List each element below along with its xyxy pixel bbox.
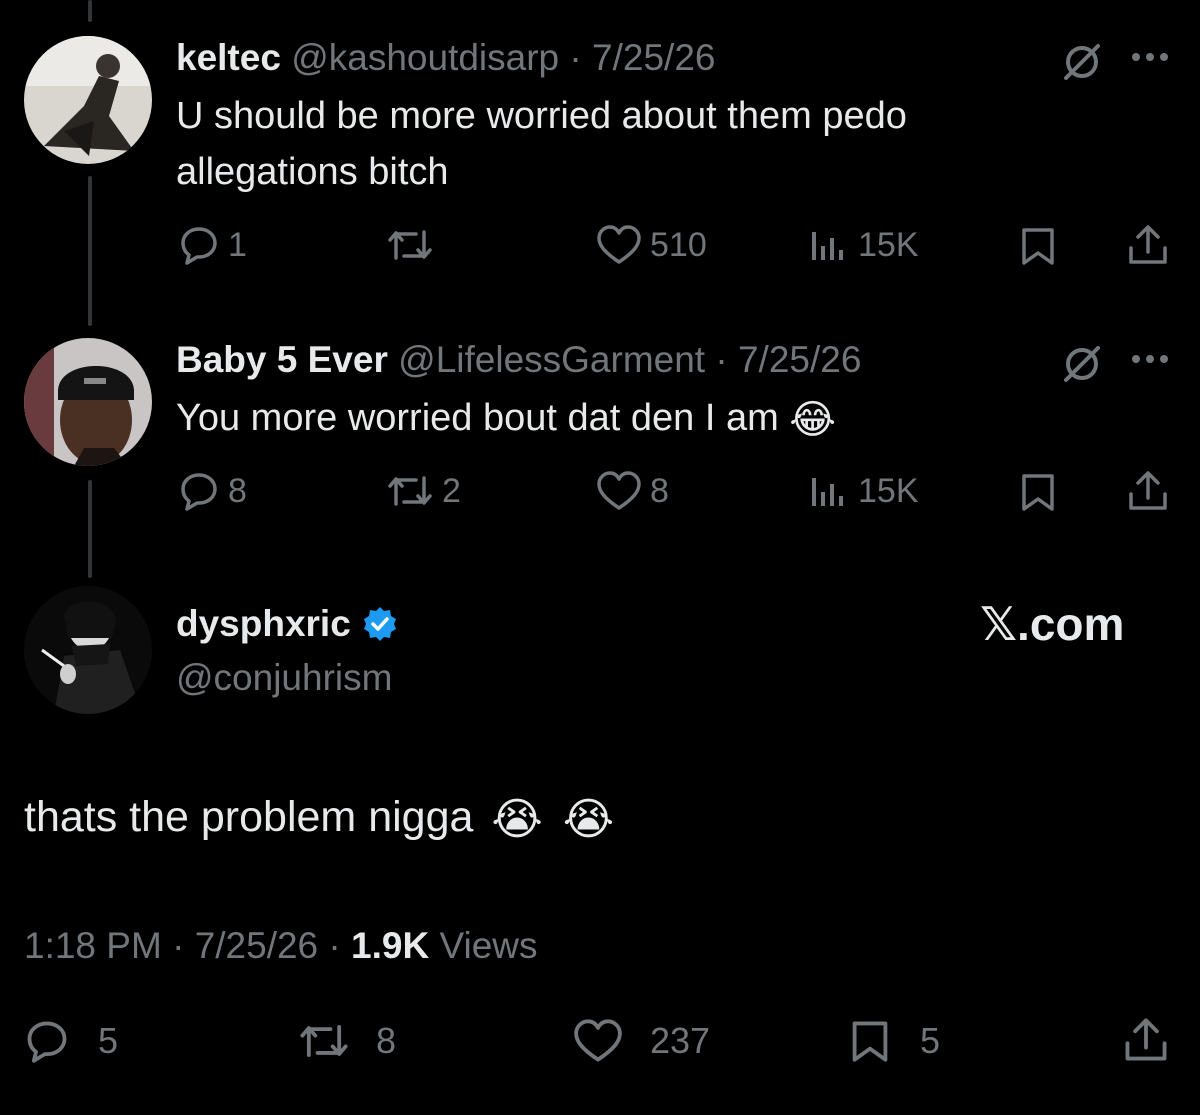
thread-line-1 <box>88 176 92 326</box>
retweet-count: 2 <box>442 471 461 510</box>
retweet-count: 8 <box>376 1020 397 1061</box>
tweet-header: Baby 5 Ever @LifelessGarment · 7/25/26 <box>176 338 861 382</box>
retweet-icon <box>388 476 432 506</box>
reply-icon <box>27 1021 67 1063</box>
reply-count: 8 <box>228 471 247 510</box>
display-name[interactable]: Baby 5 Ever <box>176 339 388 380</box>
grok-icon[interactable] <box>1060 342 1104 391</box>
tweet-header: keltec @kashoutdisarp · 7/25/26 <box>176 36 715 80</box>
crying-emoji-icon: 😭 <box>562 794 615 844</box>
thread-line-2 <box>88 480 92 578</box>
retweet-icon <box>300 1025 348 1057</box>
tweet-meta: 1:18 PM · 7/25/26 · 1.9K Views <box>24 924 538 968</box>
tweet-date[interactable]: 7/25/26 <box>195 925 318 966</box>
retweet-button[interactable]: 8 <box>298 1018 396 1064</box>
grok-icon[interactable] <box>1060 40 1104 89</box>
reply-icon <box>181 473 217 511</box>
reply-button[interactable]: 5 <box>24 1018 118 1064</box>
tweet-text-wrap: You more worried bout dat den I am 😂 <box>176 390 836 448</box>
separator: · <box>318 925 352 966</box>
like-button[interactable]: 510 <box>596 224 707 266</box>
like-icon <box>597 471 641 510</box>
bookmark-count: 5 <box>920 1020 941 1061</box>
user-handle[interactable]: @LifelessGarment <box>398 339 705 380</box>
bookmark-icon[interactable] <box>1018 226 1058 271</box>
share-icon[interactable] <box>1126 224 1170 271</box>
more-icon[interactable] <box>1130 352 1170 371</box>
retweet-button[interactable] <box>386 224 442 266</box>
more-icon[interactable] <box>1130 50 1170 69</box>
like-count: 8 <box>650 471 669 510</box>
x-brand-logo: 𝕏.com <box>980 598 1125 650</box>
retweet-icon <box>388 230 432 260</box>
tweet-text: thats the problem nigga <box>24 793 474 841</box>
views-button[interactable]: 15K <box>808 224 919 266</box>
views-count: 15K <box>858 471 919 510</box>
views-count: 1.9K <box>351 925 430 966</box>
bookmark-button[interactable]: 5 <box>848 1018 940 1064</box>
views-icon <box>812 232 843 260</box>
like-count: 237 <box>650 1020 711 1061</box>
avatar[interactable] <box>24 586 152 714</box>
views-label: Views <box>439 925 538 966</box>
display-name-row: dysphxric <box>176 602 399 646</box>
reply-button[interactable]: 8 <box>178 470 247 512</box>
tweet-date[interactable]: 7/25/26 <box>592 37 715 78</box>
bookmark-icon[interactable] <box>1018 472 1058 517</box>
separator: · <box>161 925 195 966</box>
share-icon[interactable] <box>1126 470 1170 517</box>
views-icon <box>812 478 843 506</box>
like-button[interactable]: 237 <box>572 1018 710 1064</box>
reply-button[interactable]: 1 <box>178 224 247 266</box>
laughing-emoji-icon: 😂 <box>789 397 837 442</box>
like-count: 510 <box>650 225 707 264</box>
display-name[interactable]: dysphxric <box>176 602 351 646</box>
display-name[interactable]: keltec <box>176 37 281 78</box>
verified-badge-icon <box>363 607 396 641</box>
avatar[interactable] <box>24 338 152 466</box>
avatar[interactable] <box>24 36 152 164</box>
tweet-text: U should be more worried about them pedo… <box>176 95 907 193</box>
reply-count: 1 <box>228 225 247 264</box>
reply-count: 5 <box>98 1020 119 1061</box>
tweet-text: You more worried bout dat den I am <box>176 397 779 439</box>
tweet-time[interactable]: 1:18 PM <box>24 925 162 966</box>
like-button[interactable]: 8 <box>596 470 669 512</box>
retweet-button[interactable]: 2 <box>386 470 461 512</box>
tweet-date[interactable]: 7/25/26 <box>738 339 861 380</box>
views-count: 15K <box>858 225 919 264</box>
reply-icon <box>181 227 217 265</box>
user-handle[interactable]: @conjuhrism <box>176 656 392 700</box>
tweet-text-wrap: thats the problem nigga 😭 😭 <box>24 788 614 849</box>
views-button[interactable]: 15K <box>808 470 919 512</box>
bookmark-icon <box>852 1021 888 1062</box>
like-icon <box>574 1019 622 1062</box>
separator: · <box>559 37 593 78</box>
like-icon <box>597 225 641 264</box>
separator: · <box>705 339 738 380</box>
share-icon[interactable] <box>1122 1016 1170 1069</box>
crying-emoji-icon: 😭 <box>491 794 543 844</box>
thread-line-top <box>88 0 92 22</box>
user-handle[interactable]: @kashoutdisarp <box>291 37 559 78</box>
